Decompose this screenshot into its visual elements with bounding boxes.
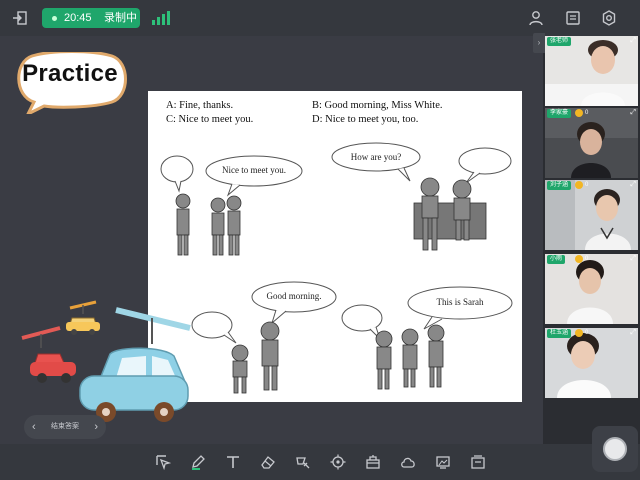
speech-text-panel1: Nice to meet you. bbox=[222, 165, 286, 175]
bottom-toolbar bbox=[0, 444, 640, 480]
page-nav-label: 结束答案 bbox=[51, 423, 79, 430]
video-tile[interactable]: 李家豪 0 ⤢ bbox=[545, 108, 638, 178]
participant-name: 小雨 bbox=[547, 255, 566, 264]
flying-cars-decoration bbox=[21, 300, 191, 422]
eraser-tool-icon[interactable] bbox=[260, 454, 276, 470]
collapse-strip-icon[interactable]: › bbox=[533, 33, 545, 53]
laser-pointer-icon[interactable] bbox=[330, 454, 346, 470]
cloud-drive-icon[interactable] bbox=[400, 454, 416, 470]
recording-timer: 20:45 bbox=[64, 12, 92, 24]
previous-page-icon[interactable]: ‹ bbox=[32, 415, 36, 439]
video-feed bbox=[545, 36, 638, 106]
next-page-icon[interactable]: › bbox=[94, 415, 98, 439]
expand-icon[interactable]: ⤢ bbox=[630, 37, 636, 45]
video-tile[interactable]: 小雨 0 ⤢ bbox=[545, 254, 638, 324]
record-circle-icon bbox=[603, 437, 627, 461]
document-icon[interactable] bbox=[565, 10, 581, 26]
reward-star-icon bbox=[575, 329, 583, 337]
participant-name: 杜玉涵 bbox=[547, 329, 572, 338]
signal-strength-icon bbox=[152, 11, 170, 25]
expand-icon[interactable]: ⤢ bbox=[630, 329, 636, 337]
reward-count: 0 bbox=[585, 110, 589, 116]
video-tile[interactable]: 杜玉涵 0 ⤢ bbox=[545, 328, 638, 398]
recording-indicator[interactable]: 20:45 录制中 bbox=[42, 8, 140, 28]
cartoon-illustrations bbox=[160, 142, 513, 394]
video-feed bbox=[545, 108, 638, 178]
reward-star-icon bbox=[575, 181, 583, 189]
exit-icon[interactable] bbox=[12, 10, 28, 26]
video-tile[interactable]: 刘子涵 0 ⤢ bbox=[545, 180, 638, 250]
worksheet-image: A: Fine, thanks. B: Good morning, Miss W… bbox=[148, 91, 522, 402]
speech-text-panel3: Good morning. bbox=[266, 291, 322, 301]
video-feed bbox=[545, 180, 638, 250]
reward-star-icon bbox=[575, 109, 583, 117]
select-tool-icon[interactable] bbox=[155, 454, 171, 470]
recording-status: 录制中 bbox=[104, 12, 137, 24]
reward-count: 0 bbox=[585, 182, 589, 188]
expand-icon[interactable]: ⤢ bbox=[630, 109, 636, 117]
courseware-icon[interactable] bbox=[470, 454, 486, 470]
expand-icon[interactable]: ⤢ bbox=[630, 181, 636, 189]
screen-share-icon[interactable] bbox=[435, 454, 451, 470]
page-navigator[interactable]: ‹ 结束答案 › bbox=[24, 415, 106, 439]
recording-dot-icon bbox=[52, 16, 57, 21]
participant-name: 李家豪 bbox=[547, 109, 572, 118]
user-icon[interactable] bbox=[528, 10, 544, 26]
text-tool-icon[interactable] bbox=[225, 454, 241, 470]
video-tile[interactable]: 张老师 ⤢ bbox=[545, 36, 638, 106]
participant-name: 张老师 bbox=[547, 37, 572, 46]
reward-count: 0 bbox=[585, 330, 589, 336]
expand-icon[interactable]: ⤢ bbox=[630, 255, 636, 263]
practice-title: Practice bbox=[22, 60, 118, 87]
top-bar: 20:45 录制中 bbox=[0, 0, 640, 36]
toolbox-icon[interactable] bbox=[365, 454, 381, 470]
settings-icon[interactable] bbox=[601, 10, 617, 26]
pen-tool-icon[interactable] bbox=[190, 454, 206, 470]
speech-text-panel4: This is Sarah bbox=[436, 297, 484, 307]
shape-tool-icon[interactable] bbox=[295, 454, 311, 470]
participant-name: 刘子涵 bbox=[547, 181, 572, 190]
reward-count: 0 bbox=[585, 256, 589, 262]
video-feed bbox=[545, 328, 638, 398]
camera-button[interactable] bbox=[592, 426, 638, 472]
speech-text-panel2: How are you? bbox=[350, 152, 402, 162]
video-feed bbox=[545, 254, 638, 324]
reward-star-icon bbox=[575, 255, 583, 263]
